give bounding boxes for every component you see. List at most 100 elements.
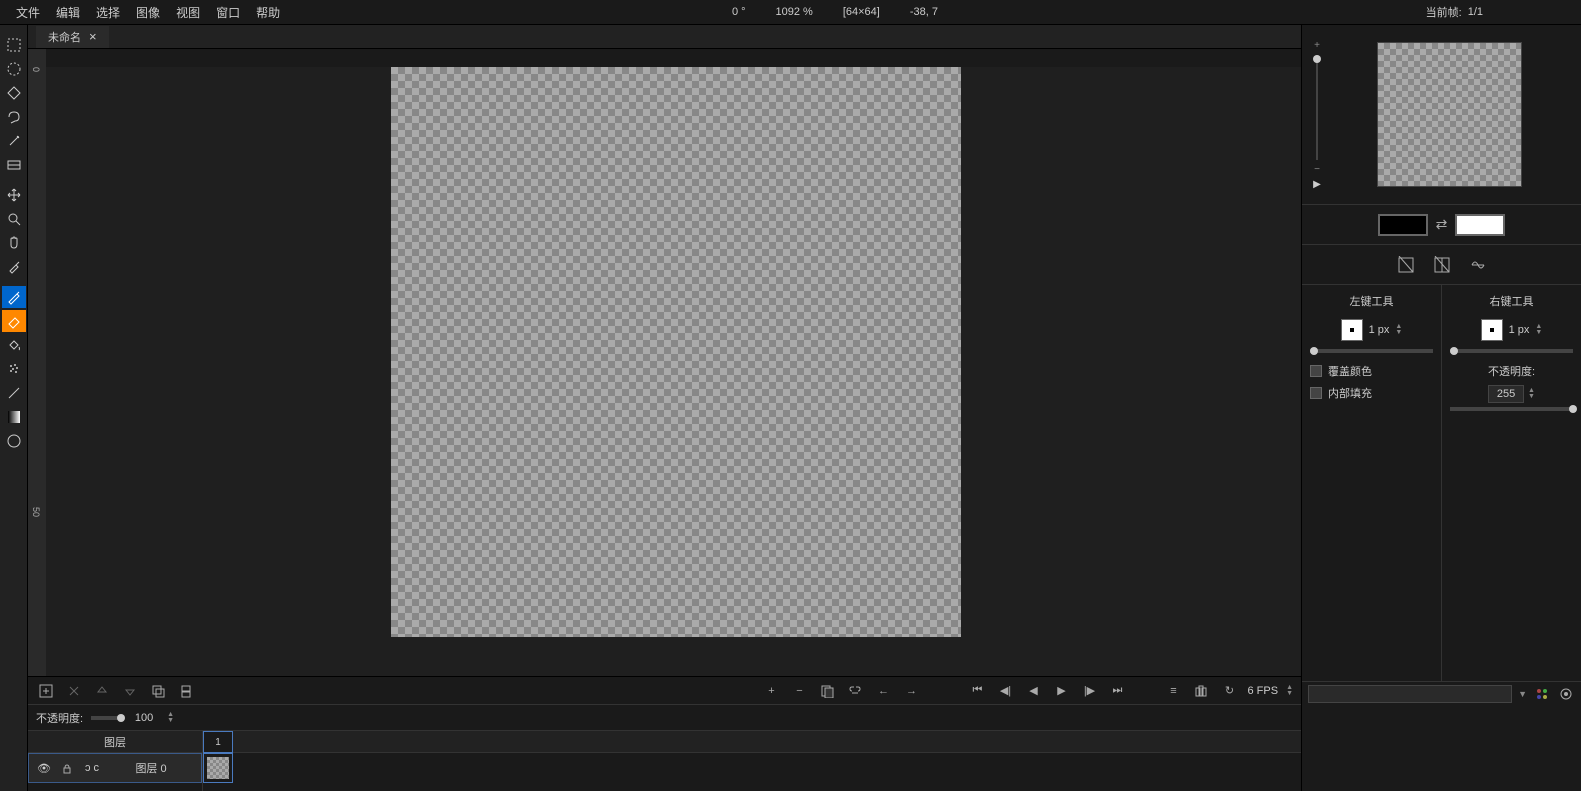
status-zoom: 1092 % <box>776 6 813 18</box>
preview-play-icon[interactable]: ▶ <box>1313 179 1321 190</box>
tool-zoom[interactable] <box>2 208 26 230</box>
zoom-minus-icon[interactable]: − <box>1314 164 1320 175</box>
tool-lasso-select[interactable] <box>2 106 26 128</box>
layer-merge-button[interactable] <box>176 681 196 701</box>
delete-frame-button[interactable]: − <box>789 681 809 701</box>
frame-right-button[interactable]: → <box>901 681 921 701</box>
right-brush-preview[interactable] <box>1481 319 1503 341</box>
right-opacity-slider[interactable] <box>1450 407 1573 411</box>
tool-color-select[interactable] <box>2 154 26 176</box>
menu-window[interactable]: 窗口 <box>208 0 248 25</box>
play-button[interactable]: ▶ <box>1051 681 1071 701</box>
menu-image[interactable]: 图像 <box>128 0 168 25</box>
layer-visibility-icon[interactable]: 👁 <box>37 762 51 775</box>
menu-file[interactable]: 文件 <box>8 0 48 25</box>
tool-rect-select[interactable] <box>2 34 26 56</box>
tool-ellipse-select[interactable] <box>2 58 26 80</box>
ruler-corner <box>28 49 46 67</box>
play-back-button[interactable]: ◀ <box>1023 681 1043 701</box>
fps-spinner[interactable]: ▲▼ <box>1286 685 1293 697</box>
mirror-none-button[interactable] <box>1395 254 1417 276</box>
first-frame-button[interactable]: ⏮ <box>967 681 987 701</box>
tool-pencil[interactable] <box>2 286 26 308</box>
left-brush-slider[interactable] <box>1310 349 1433 353</box>
tool-magic-wand[interactable] <box>2 130 26 152</box>
background-color[interactable] <box>1455 214 1505 236</box>
tool-pan[interactable] <box>2 232 26 254</box>
left-brush-preview[interactable] <box>1341 319 1363 341</box>
layer-name: 图层 0 <box>109 760 193 776</box>
palette-dropdown[interactable] <box>1308 685 1512 703</box>
onion-skin-button[interactable] <box>1191 681 1211 701</box>
tool-bucket[interactable] <box>2 334 26 356</box>
frame-number[interactable]: 1 <box>203 731 233 753</box>
right-opacity-label: 不透明度: <box>1450 363 1573 379</box>
menu-edit[interactable]: 编辑 <box>48 0 88 25</box>
layer-lock-icon[interactable] <box>61 762 75 774</box>
overwrite-checkbox[interactable] <box>1310 365 1322 377</box>
add-layer-button[interactable] <box>36 681 56 701</box>
palette-dropdown-icon[interactable]: ▼ <box>1518 689 1527 699</box>
tool-circle[interactable] <box>2 430 26 452</box>
right-opacity-spinner[interactable]: ▲▼ <box>1528 388 1535 400</box>
tool-eraser[interactable] <box>2 310 26 332</box>
layer-opacity-input[interactable] <box>129 712 159 724</box>
right-brush-size: 1 px <box>1509 324 1530 336</box>
last-frame-button[interactable]: ⏭ <box>1107 681 1127 701</box>
prev-frame-button[interactable]: ◀| <box>995 681 1015 701</box>
tool-move[interactable] <box>2 184 26 206</box>
layer-opacity-spinner[interactable]: ▲▼ <box>167 712 174 724</box>
list-view-button[interactable]: ≡ <box>1163 681 1183 701</box>
menu-view[interactable]: 视图 <box>168 0 208 25</box>
tool-eyedropper[interactable] <box>2 256 26 278</box>
right-opacity-input[interactable] <box>1488 385 1524 403</box>
layer-copy-button[interactable] <box>148 681 168 701</box>
mirror-h-button[interactable] <box>1431 254 1453 276</box>
layer-opacity-label: 不透明度: <box>36 710 83 726</box>
overwrite-label: 覆盖颜色 <box>1328 363 1372 379</box>
fill-checkbox[interactable] <box>1310 387 1322 399</box>
fill-checkbox-row[interactable]: 内部填充 <box>1310 385 1433 401</box>
tool-line[interactable] <box>2 382 26 404</box>
frame-left-button[interactable]: ← <box>873 681 893 701</box>
left-brush-spinner[interactable]: ▲▼ <box>1395 324 1402 336</box>
status-dimensions: [64×64] <box>843 6 880 18</box>
palette-add-icon[interactable] <box>1557 685 1575 703</box>
tool-spray[interactable] <box>2 358 26 380</box>
mirror-v-button[interactable] <box>1467 254 1489 276</box>
left-tool-title: 左键工具 <box>1310 293 1433 309</box>
layer-up-button[interactable] <box>92 681 112 701</box>
tool-polygon-select[interactable] <box>2 82 26 104</box>
overwrite-checkbox-row[interactable]: 覆盖颜色 <box>1310 363 1433 379</box>
status-rotation: 0 ° <box>732 6 746 18</box>
frame-cell[interactable] <box>203 753 233 783</box>
delete-layer-button[interactable] <box>64 681 84 701</box>
preview-thumbnail <box>1377 42 1522 187</box>
palette-grid-icon[interactable] <box>1533 685 1551 703</box>
document-tab[interactable]: 未命名 × <box>36 26 109 48</box>
right-panel: + − ▶ ⇄ 左键工具 1 px ▲▼ <box>1301 25 1581 791</box>
canvas-viewport[interactable] <box>46 67 1301 676</box>
copy-frame-button[interactable] <box>817 681 837 701</box>
menu-help[interactable]: 帮助 <box>248 0 288 25</box>
tab-close-icon[interactable]: × <box>89 29 97 44</box>
add-frame-button[interactable]: + <box>761 681 781 701</box>
bottom-panel: + − ← → ⏮ ◀| ◀ ▶ |▶ ⏭ ≡ ↻ <box>28 676 1301 791</box>
tab-title: 未命名 <box>48 29 81 45</box>
layer-opacity-slider[interactable] <box>91 716 121 720</box>
foreground-color[interactable] <box>1378 214 1428 236</box>
right-brush-spinner[interactable]: ▲▼ <box>1535 324 1542 336</box>
layer-row[interactable]: 👁 ɔ c 图层 0 <box>28 753 202 783</box>
status-frame: 1/1 <box>1468 6 1483 18</box>
next-frame-button[interactable]: |▶ <box>1079 681 1099 701</box>
menu-select[interactable]: 选择 <box>88 0 128 25</box>
link-frame-button[interactable] <box>845 681 865 701</box>
preview-zoom-slider[interactable]: + − ▶ <box>1307 40 1327 190</box>
canvas[interactable] <box>391 67 961 637</box>
zoom-plus-icon[interactable]: + <box>1314 40 1320 51</box>
layer-down-button[interactable] <box>120 681 140 701</box>
tool-gradient[interactable] <box>2 406 26 428</box>
right-brush-slider[interactable] <box>1450 349 1573 353</box>
swap-colors-icon[interactable]: ⇄ <box>1436 216 1448 233</box>
loop-button[interactable]: ↻ <box>1219 681 1239 701</box>
